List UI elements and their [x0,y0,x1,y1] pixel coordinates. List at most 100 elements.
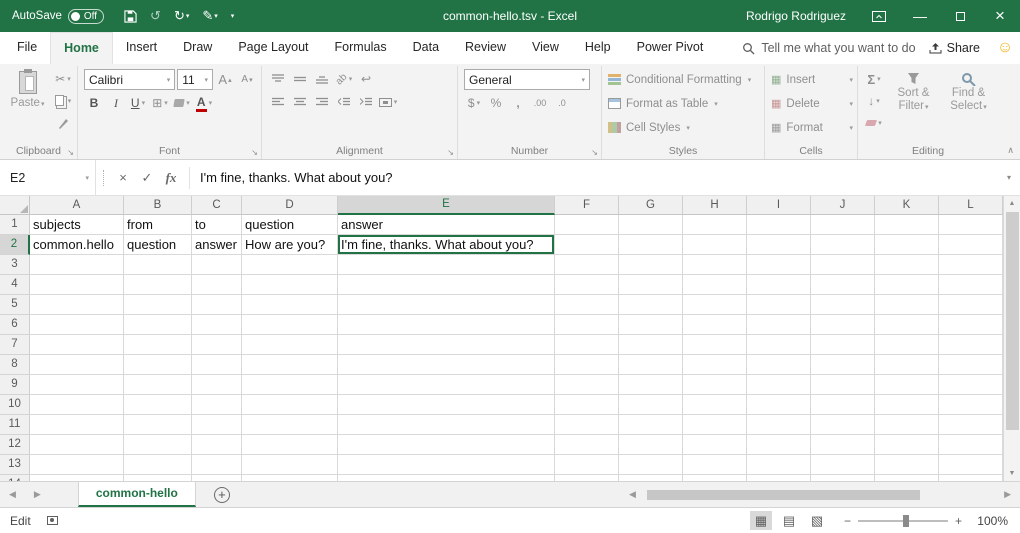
column-header-J[interactable]: J [811,196,875,215]
cell-C12[interactable] [192,435,242,455]
cell-H9[interactable] [683,375,747,395]
row-header-6[interactable]: 6 [0,315,30,335]
cell-B1[interactable]: from [124,215,192,235]
cell-G8[interactable] [619,355,683,375]
cell-K8[interactable] [875,355,939,375]
cell-L10[interactable] [939,395,1003,415]
cell-K6[interactable] [875,315,939,335]
cell-B13[interactable] [124,455,192,475]
column-header-E[interactable]: E [338,196,555,215]
cell-C3[interactable] [192,255,242,275]
tell-me-box[interactable]: Tell me what you want to do [742,32,915,64]
scroll-down-icon[interactable]: ▼ [1009,466,1016,481]
align-right-button[interactable] [312,92,332,112]
sort-filter-button[interactable]: Sort & Filter▾ [888,69,939,133]
tab-draw[interactable]: Draw [170,32,225,64]
cell-C9[interactable] [192,375,242,395]
cell-F3[interactable] [555,255,619,275]
cell-J8[interactable] [811,355,875,375]
cell-F11[interactable] [555,415,619,435]
cell-E6[interactable] [338,315,555,335]
cell-F9[interactable] [555,375,619,395]
cell-G5[interactable] [619,295,683,315]
cell-C7[interactable] [192,335,242,355]
column-header-F[interactable]: F [555,196,619,215]
cell-L3[interactable] [939,255,1003,275]
enter-button[interactable]: ✓ [135,170,159,186]
format-cells-button[interactable]: ▦ Format▾ [771,117,853,138]
cell-H5[interactable] [683,295,747,315]
hscroll-left-icon[interactable]: ◀ [620,489,645,500]
formula-bar-grip[interactable] [103,170,104,186]
cell-F13[interactable] [555,455,619,475]
italic-button[interactable]: I [106,93,126,113]
cell-G3[interactable] [619,255,683,275]
formula-input[interactable]: I'm fine, thanks. What about you? [196,170,998,185]
cell-C1[interactable]: to [192,215,242,235]
name-box-dropdown-icon[interactable]: ▾ [85,174,89,182]
cell-G11[interactable] [619,415,683,435]
cell-B11[interactable] [124,415,192,435]
cell-A3[interactable] [30,255,124,275]
cell-K1[interactable] [875,215,939,235]
cell-D12[interactable] [242,435,338,455]
cell-K12[interactable] [875,435,939,455]
number-format-combobox[interactable]: General▾ [464,69,590,90]
cell-D8[interactable] [242,355,338,375]
tab-help[interactable]: Help [572,32,624,64]
cell-K9[interactable] [875,375,939,395]
cell-L2[interactable] [939,235,1003,255]
row-header-7[interactable]: 7 [0,335,30,355]
cell-C4[interactable] [192,275,242,295]
cell-E2[interactable]: I'm fine, thanks. What about you? [338,235,555,255]
cell-K5[interactable] [875,295,939,315]
cell-H2[interactable] [683,235,747,255]
cell-L7[interactable] [939,335,1003,355]
cell-I6[interactable] [747,315,811,335]
cut-button[interactable]: ✂▾ [53,69,73,89]
cell-I4[interactable] [747,275,811,295]
cell-G6[interactable] [619,315,683,335]
font-size-combobox[interactable]: 11▾ [177,69,213,90]
column-header-D[interactable]: D [242,196,338,215]
cell-A6[interactable] [30,315,124,335]
cell-D4[interactable] [242,275,338,295]
merge-center-button[interactable]: ▾ [378,92,398,112]
cell-G4[interactable] [619,275,683,295]
decrease-font-size-button[interactable]: A▾ [237,70,257,90]
cell-F12[interactable] [555,435,619,455]
cell-E8[interactable] [338,355,555,375]
cancel-button[interactable]: × [111,170,135,185]
cell-J7[interactable] [811,335,875,355]
cell-H12[interactable] [683,435,747,455]
align-center-button[interactable] [290,92,310,112]
cell-B12[interactable] [124,435,192,455]
font-dialog-launcher[interactable]: ↘ [251,149,258,157]
percent-format-button[interactable]: % [486,93,506,113]
user-name[interactable]: Rodrigo Rodriguez [746,9,846,23]
cell-F6[interactable] [555,315,619,335]
cell-G2[interactable] [619,235,683,255]
cell-styles-button[interactable]: Cell Styles▾ [608,117,760,138]
cell-I14[interactable] [747,475,811,481]
currency-format-button[interactable]: $▾ [464,93,484,113]
cell-F7[interactable] [555,335,619,355]
redo-dropdown-icon[interactable]: ▾ [186,12,190,20]
customize-quick-access-button[interactable]: ▾ [231,12,235,20]
cell-B7[interactable] [124,335,192,355]
tab-home[interactable]: Home [50,32,113,64]
cell-I10[interactable] [747,395,811,415]
autosave-toggle[interactable]: AutoSave Off [0,9,114,24]
cell-E10[interactable] [338,395,555,415]
cell-G12[interactable] [619,435,683,455]
cell-J3[interactable] [811,255,875,275]
minimize-button[interactable]: — [900,0,940,32]
cell-L8[interactable] [939,355,1003,375]
fill-button[interactable]: ↓▾ [864,91,884,111]
cell-I13[interactable] [747,455,811,475]
cell-K13[interactable] [875,455,939,475]
ink-pen-button[interactable]: ✎▾ [202,8,217,24]
cell-G7[interactable] [619,335,683,355]
row-header-8[interactable]: 8 [0,355,30,375]
cell-D9[interactable] [242,375,338,395]
